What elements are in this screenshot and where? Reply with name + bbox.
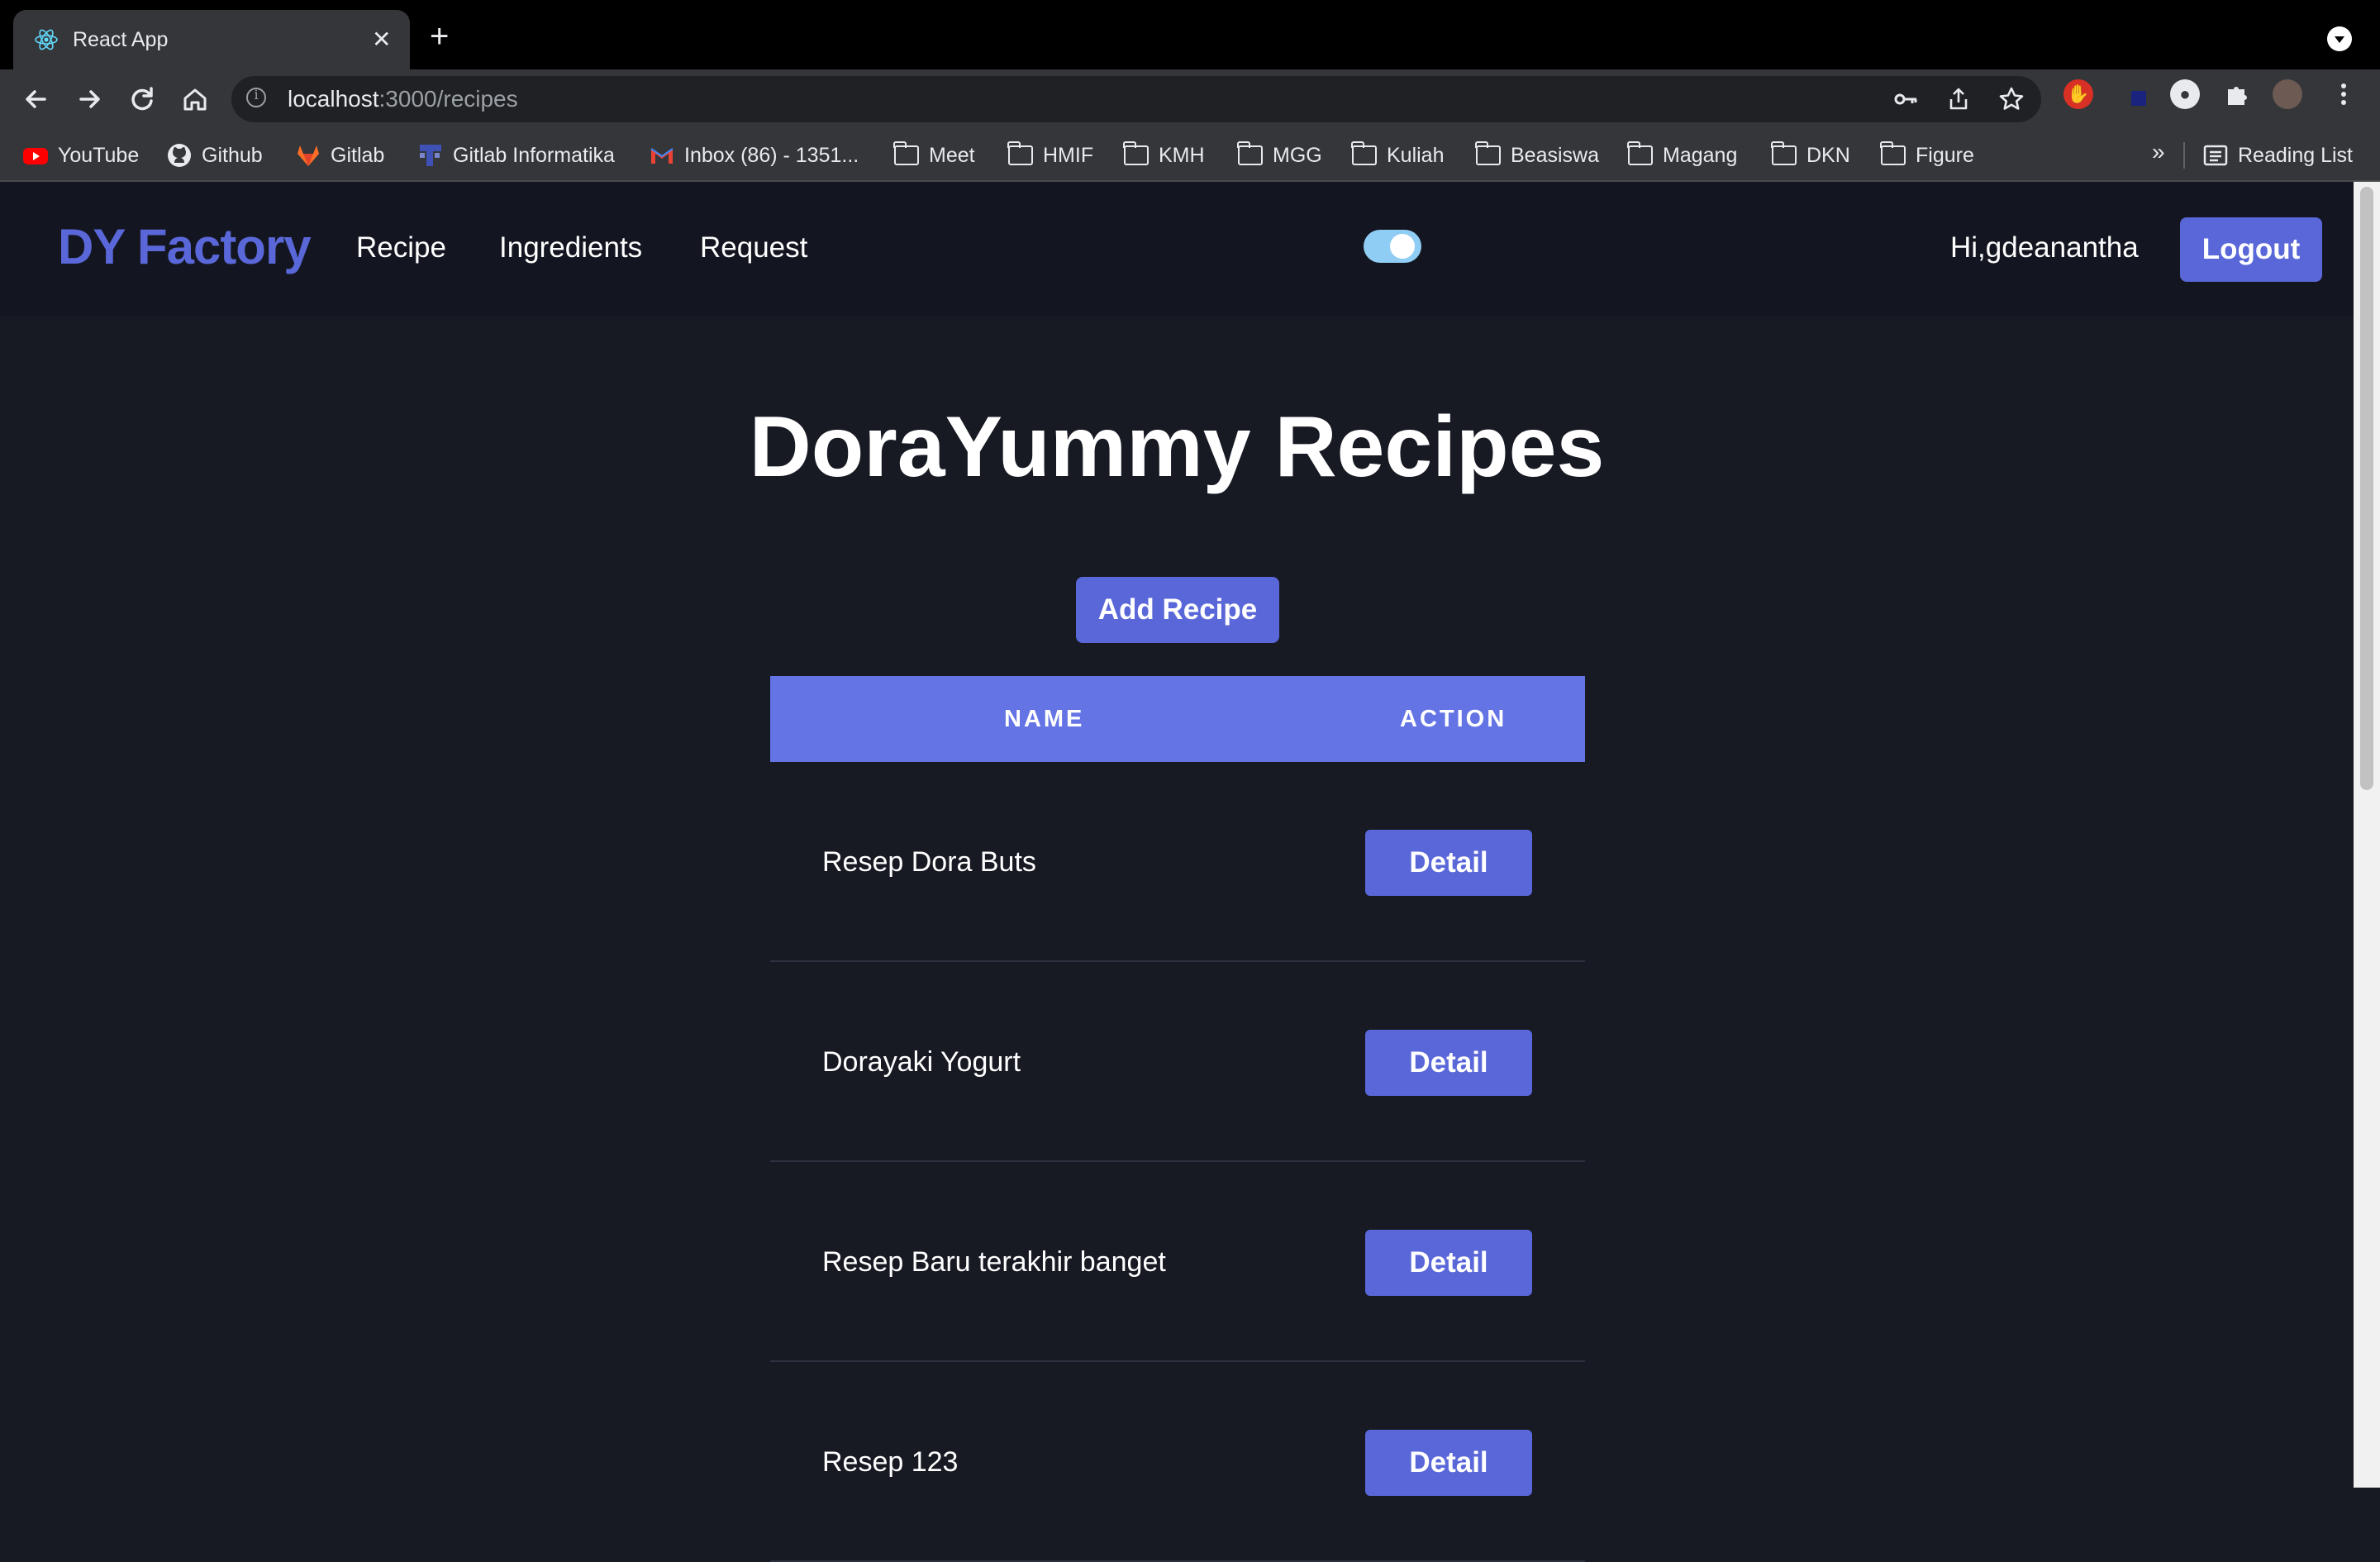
close-tab-icon[interactable]: ✕ bbox=[372, 25, 391, 55]
add-recipe-button[interactable]: Add Recipe bbox=[1076, 577, 1279, 643]
app-navbar: DY Factory Recipe Ingredients Request Hi… bbox=[0, 182, 2354, 316]
bookmark-folder-beasiswa[interactable]: Beasiswa bbox=[1475, 139, 1599, 172]
github-icon bbox=[168, 144, 191, 167]
bookmarks-bar: YouTube Github Gitlab Gitlab Informatika… bbox=[0, 129, 2380, 182]
folder-icon bbox=[1007, 141, 1033, 165]
brand-logo[interactable]: DY Factory bbox=[58, 218, 312, 275]
bookmark-folder-dkn[interactable]: DKN bbox=[1771, 139, 1850, 172]
gmail-icon bbox=[650, 148, 674, 164]
recipe-name: Dorayaki Yogurt bbox=[822, 1046, 1021, 1078]
reading-list-icon bbox=[2203, 145, 2228, 166]
site-info-icon[interactable] bbox=[246, 87, 266, 107]
new-tab-button[interactable]: + bbox=[430, 20, 449, 53]
bookmarks-overflow-button[interactable]: » bbox=[2152, 139, 2165, 165]
folder-icon bbox=[1475, 141, 1501, 165]
bookmarks-divider bbox=[2183, 142, 2185, 169]
logout-button[interactable]: Logout bbox=[2180, 217, 2322, 282]
reload-icon[interactable] bbox=[124, 81, 160, 117]
youtube-icon bbox=[23, 148, 48, 164]
detail-button[interactable]: Detail bbox=[1365, 1230, 1532, 1296]
gitlab-icon bbox=[298, 145, 319, 166]
page-scrollbar[interactable] bbox=[2354, 182, 2380, 1488]
column-header-action: ACTION bbox=[1400, 706, 1507, 732]
bookmark-folder-hmif[interactable]: HMIF bbox=[1007, 139, 1093, 172]
page-title: DoraYummy Recipes bbox=[749, 399, 1605, 495]
bookmark-folder-magang[interactable]: Magang bbox=[1627, 139, 1737, 172]
react-icon bbox=[35, 29, 58, 50]
bookmark-folder-meet[interactable]: Meet bbox=[893, 139, 975, 172]
nav-link-recipe[interactable]: Recipe bbox=[356, 231, 446, 264]
bookmark-gitlab[interactable]: Gitlab bbox=[296, 139, 384, 172]
theme-toggle[interactable] bbox=[1364, 230, 1421, 263]
microphone-extension-icon[interactable]: ● bbox=[2170, 79, 2200, 109]
recipe-name: Resep 123 bbox=[822, 1446, 959, 1478]
forward-icon[interactable] bbox=[71, 81, 107, 117]
browser-tab[interactable]: React App ✕ bbox=[13, 10, 410, 69]
folder-icon bbox=[1123, 141, 1149, 165]
folder-icon bbox=[1627, 141, 1653, 165]
folder-icon bbox=[1771, 141, 1797, 165]
table-row: Dorayaki Yogurt Detail bbox=[770, 962, 1585, 1162]
address-bar[interactable]: localhost:3000/recipes bbox=[231, 76, 2041, 122]
bookmark-gitlab-informatika[interactable]: Gitlab Informatika bbox=[418, 139, 615, 172]
folder-icon bbox=[1237, 141, 1263, 165]
bookmark-youtube[interactable]: YouTube bbox=[23, 139, 139, 172]
key-icon[interactable] bbox=[1891, 84, 1921, 114]
tab-search-icon[interactable] bbox=[2327, 26, 2352, 51]
recipes-table: NAME ACTION Resep Dora Buts Detail Doray… bbox=[770, 676, 1585, 1562]
table-header: NAME ACTION bbox=[770, 676, 1585, 762]
menu-icon[interactable] bbox=[2329, 79, 2359, 109]
back-icon[interactable] bbox=[18, 81, 55, 117]
folder-icon bbox=[893, 141, 919, 165]
adblock-extension-icon[interactable]: ✋ bbox=[2063, 79, 2093, 109]
detail-button[interactable]: Detail bbox=[1365, 1430, 1532, 1496]
column-header-name: NAME bbox=[1004, 706, 1085, 732]
table-row: Resep 123 Detail bbox=[770, 1362, 1585, 1562]
reading-list-button[interactable]: Reading List bbox=[2203, 139, 2353, 172]
bookmark-inbox[interactable]: Inbox (86) - 1351... bbox=[650, 139, 859, 172]
detail-button[interactable]: Detail bbox=[1365, 830, 1532, 896]
recipe-name: Resep Dora Buts bbox=[822, 846, 1036, 878]
nav-link-request[interactable]: Request bbox=[700, 231, 807, 264]
share-icon[interactable] bbox=[1944, 84, 1973, 114]
profile-avatar[interactable] bbox=[2273, 79, 2302, 109]
extensions-puzzle-icon[interactable] bbox=[2221, 79, 2251, 109]
home-icon[interactable] bbox=[177, 81, 213, 117]
toggle-knob bbox=[1390, 234, 1415, 259]
table-row: Resep Dora Buts Detail bbox=[770, 762, 1585, 962]
url-text[interactable]: localhost:3000/recipes bbox=[288, 86, 518, 112]
nav-link-ingredients[interactable]: Ingredients bbox=[499, 231, 642, 264]
browser-tab-bar: React App ✕ + bbox=[0, 0, 2380, 69]
folder-icon bbox=[1880, 141, 1906, 165]
tab-title: React App bbox=[73, 28, 169, 51]
bookmark-folder-mgg[interactable]: MGG bbox=[1237, 139, 1322, 172]
bookmark-folder-kmh[interactable]: KMH bbox=[1123, 139, 1205, 172]
gitlab-informatika-icon bbox=[420, 145, 441, 166]
scrollbar-thumb[interactable] bbox=[2360, 187, 2373, 790]
bookmark-folder-kuliah[interactable]: Kuliah bbox=[1351, 139, 1445, 172]
bookmark-folder-figure[interactable]: Figure bbox=[1880, 139, 1974, 172]
table-row: Resep Baru terakhir banget Detail bbox=[770, 1162, 1585, 1362]
bookmark-github[interactable]: Github bbox=[167, 139, 263, 172]
bookmark-star-icon[interactable] bbox=[1997, 84, 2026, 114]
recipe-name: Resep Baru terakhir banget bbox=[822, 1246, 1166, 1278]
detail-button[interactable]: Detail bbox=[1365, 1030, 1532, 1096]
page-content: DY Factory Recipe Ingredients Request Hi… bbox=[0, 182, 2354, 1562]
folder-icon bbox=[1351, 141, 1377, 165]
browser-toolbar: localhost:3000/recipes ✋ ● bbox=[0, 69, 2380, 129]
user-greeting: Hi,gdeanantha bbox=[1950, 231, 2139, 264]
pen-extension-icon[interactable] bbox=[2119, 79, 2149, 109]
